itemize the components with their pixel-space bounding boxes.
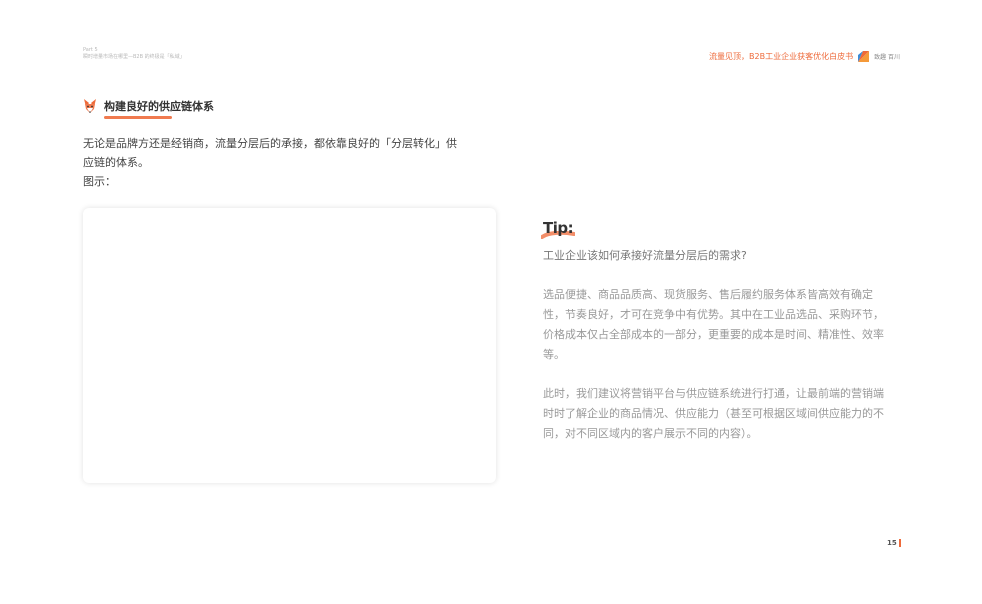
document-title: 流量见顶，B2B工业企业获客优化白皮书 <box>709 52 854 61</box>
tip-question: 工业企业该如何承接好流量分层后的需求? <box>543 249 747 262</box>
header-right: 流量见顶，B2B工业企业获客优化白皮书 致趣 百川 <box>709 51 900 62</box>
tip-paragraph-1: 选品便捷、商品品质高、现货服务、售后履约服务体系皆高效有确定性，节奏良好，才可在… <box>543 288 884 361</box>
page-number-text: 15 <box>887 539 897 547</box>
part-label: Part 5 <box>83 47 98 53</box>
intro-line-1: 无论是品牌方还是经销商，流量分层后的承接，都依靠良好的「分层转化」供 <box>83 137 457 150</box>
intro-line-3: 图示： <box>83 175 116 188</box>
tip-title: Tip: <box>543 219 574 237</box>
intro-text: 无论是品牌方还是经销商，流量分层后的承接，都依靠良好的「分层转化」供 应链的体系… <box>83 134 503 191</box>
brand-logo-text: 致趣 百川 <box>874 54 900 61</box>
tip-paragraph-2: 此时，我们建议将营销平台与供应链系统进行打通，让最前端的营销端时时了解企业的商品… <box>543 387 884 440</box>
tip-block: Tip: 工业企业该如何承接好流量分层后的需求? 选品便捷、商品品质高、现货服务… <box>541 218 888 444</box>
section-heading: 构建良好的供应链体系 <box>83 98 214 114</box>
fox-icon <box>84 99 96 113</box>
tip-heading: Tip: <box>541 218 583 240</box>
header-left: Part 5 瞬时增量市场在哪里—B2B 的终极是「私域」 <box>83 47 185 61</box>
intro-line-2: 应链的体系。 <box>83 156 149 169</box>
page-number: 15 <box>887 539 901 547</box>
page-number-bar <box>898 539 901 547</box>
part-subtitle: 瞬时增量市场在哪里—B2B 的终极是「私域」 <box>83 54 185 60</box>
diagram-placeholder-card <box>83 208 496 483</box>
title-underline <box>104 116 172 119</box>
section-title: 构建良好的供应链体系 <box>104 100 214 113</box>
brand-logo-icon <box>858 51 870 62</box>
